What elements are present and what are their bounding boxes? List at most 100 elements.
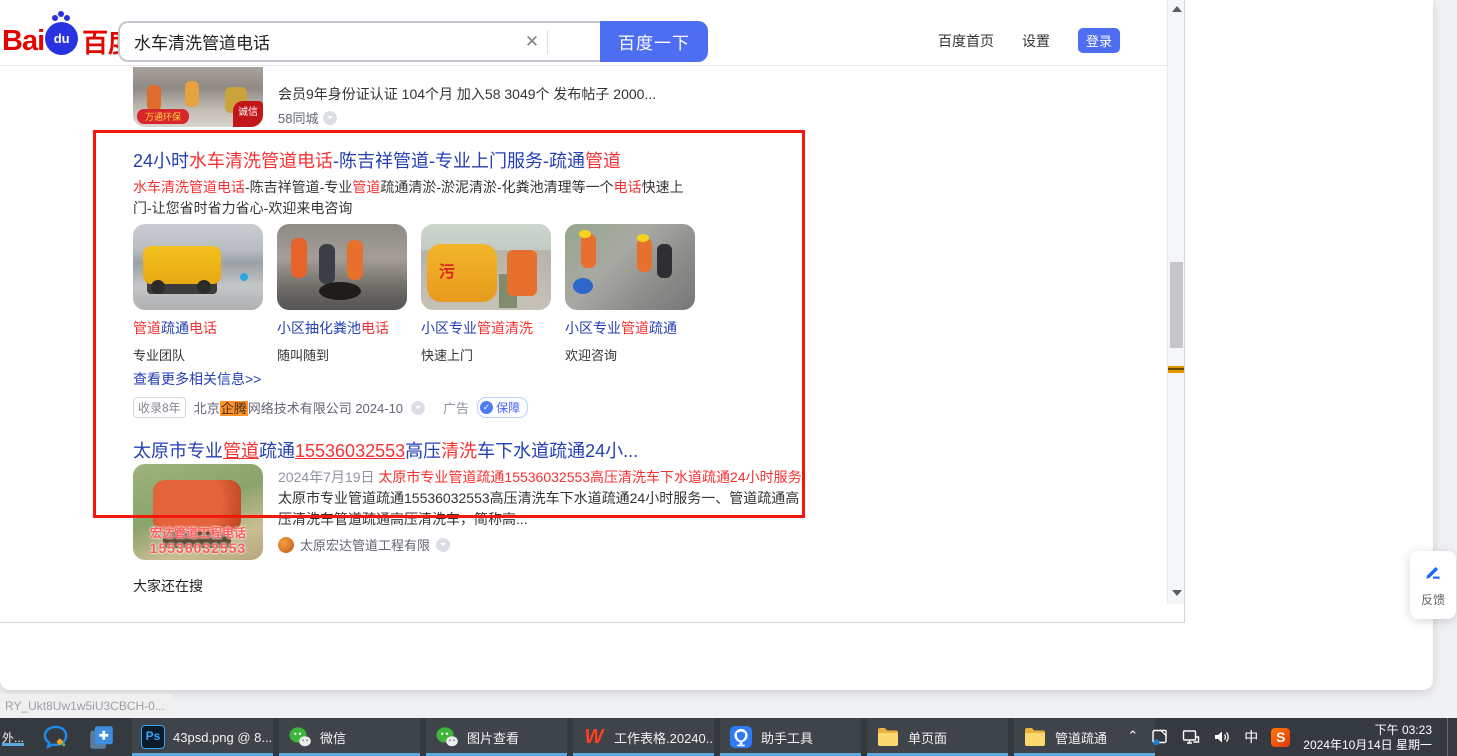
pencil-icon bbox=[1426, 567, 1440, 579]
image-subtext: 专业团队 bbox=[133, 348, 186, 363]
scroll-down-arrow-icon[interactable] bbox=[1172, 590, 1182, 596]
baidu-logo[interactable]: Bai du 百度 bbox=[2, 14, 134, 60]
result-title-link[interactable]: 太原市专业管道疏通15536032553高压清洗车下水道疏通24小... bbox=[133, 437, 638, 463]
result-thumbnail-truck[interactable]: 宏达管道工程电话 15536032553 bbox=[133, 464, 263, 560]
chevron-down-icon[interactable] bbox=[411, 400, 426, 415]
taskbar-button-label: 管道疏通 bbox=[1055, 730, 1108, 746]
text-segment: 2024年7月19日 bbox=[278, 469, 379, 485]
settings-link[interactable]: 设置 bbox=[1022, 31, 1050, 51]
ime-indicator[interactable]: 中 bbox=[1244, 727, 1258, 747]
header-links: 百度首页 设置 登录 bbox=[938, 28, 1120, 53]
result-image-card[interactable]: 小区专业管道清洗 快速上门 bbox=[421, 224, 551, 364]
assurance-badge[interactable]: ✓ 保障 bbox=[477, 397, 529, 418]
result-image-card[interactable]: 管道疏通电话 专业团队 bbox=[133, 224, 263, 364]
text-segment: 24小时 bbox=[133, 151, 190, 171]
result-image-workers[interactable] bbox=[277, 224, 407, 310]
taskbar-button[interactable]: Ps 43psd.png @ 8... bbox=[132, 718, 273, 756]
highlighted-brand: 企腾 bbox=[219, 401, 248, 416]
result-source-row: 太原宏达管道工程有限 bbox=[278, 535, 451, 554]
download-file-tab[interactable]: RY_Ukt8Uw1w5iU3CBCH-0... bbox=[0, 694, 174, 718]
add-app-icon[interactable] bbox=[88, 724, 115, 751]
text-segment: 太原市专业管道疏通15536032553高压清洗车下水道疏通24小时服务 bbox=[378, 469, 802, 485]
clock[interactable]: 下午 03:23 2024年10月14日 星期一 bbox=[1303, 722, 1432, 753]
result-description: 水车清洗管道电话-陈吉祥管道-专业管道疏通清淤-淤泥清淤-化粪池清理等一个电话快… bbox=[133, 177, 699, 219]
scroll-up-arrow-icon[interactable] bbox=[1172, 6, 1182, 12]
image-subtext: 欢迎咨询 bbox=[565, 348, 618, 363]
text-segment: 管道 bbox=[621, 320, 649, 336]
tablet-app-icon[interactable] bbox=[1151, 728, 1169, 746]
tray-date: 2024年10月14日 星期一 bbox=[1303, 737, 1432, 752]
result-description: 2024年7月19日 太原市专业管道疏通15536032553高压清洗车下水道疏… bbox=[278, 467, 810, 530]
result-source-name[interactable]: 58同城 bbox=[278, 108, 318, 127]
windows-taskbar: 外... Ps 43psd.png @ 8... 微信 图片查看 W 工作表格.20240… bbox=[0, 718, 1457, 756]
scrollbar-thumb[interactable] bbox=[1170, 262, 1183, 348]
text-segment: 15536032553 bbox=[295, 441, 406, 461]
search-button[interactable]: 百度一下 bbox=[600, 21, 708, 62]
browser-viewport: Bai du 百度 水车清洗管道电话 ✕ 百度一下 百度首页 设置 登录 万通环… bbox=[0, 0, 1185, 623]
chevron-down-icon[interactable] bbox=[323, 110, 338, 125]
text-segment: 疏通 bbox=[161, 320, 189, 336]
advertiser-name[interactable]: 北京企腾网络技术有限公司 2024-10 bbox=[194, 398, 403, 417]
network-display-icon[interactable] bbox=[1182, 728, 1200, 746]
taskbar-button[interactable]: 微信 bbox=[279, 718, 420, 756]
taskbar-button-label: 微信 bbox=[320, 730, 347, 746]
thumb-banner-label: 万通环保 bbox=[137, 109, 190, 124]
clear-search-icon[interactable]: ✕ bbox=[517, 32, 547, 52]
result-thumbnail-58[interactable]: 万通环保 诚信 bbox=[133, 67, 263, 127]
tray-overflow-chevron-icon[interactable]: ⌃ bbox=[1127, 728, 1138, 744]
baidu-paw-icon: du bbox=[45, 14, 79, 55]
image-caption-link[interactable]: 小区抽化粪池电话 bbox=[277, 318, 407, 338]
result-image-tanker[interactable] bbox=[421, 224, 551, 310]
vertical-scrollbar[interactable] bbox=[1167, 0, 1184, 604]
result-source-name[interactable]: 太原宏达管道工程有限 bbox=[300, 535, 430, 554]
taskbar-window-buttons: Ps 43psd.png @ 8... 微信 图片查看 W 工作表格.20240... 助手… bbox=[132, 718, 1155, 756]
more-info-link[interactable]: 查看更多相关信息>> bbox=[133, 369, 261, 389]
search-bar: 水车清洗管道电话 ✕ 百度一下 bbox=[118, 21, 708, 62]
wechat-icon bbox=[288, 725, 312, 749]
assistant-icon bbox=[729, 725, 753, 749]
chevron-down-icon[interactable] bbox=[436, 537, 451, 552]
indexed-age-badge: 收录8年 bbox=[133, 397, 186, 418]
image-caption-link[interactable]: 小区专业管道清洗 bbox=[421, 318, 551, 338]
taskbar-button[interactable]: 助手工具 bbox=[720, 718, 861, 756]
result-image-card[interactable]: 小区专业管道疏通 欢迎咨询 bbox=[565, 224, 695, 364]
active-window-underline bbox=[2, 743, 24, 746]
image-caption-link[interactable]: 小区专业管道疏通 bbox=[565, 318, 695, 338]
text-segment: 小区专业 bbox=[421, 320, 477, 336]
result-image-truck[interactable] bbox=[133, 224, 263, 310]
photo-figure bbox=[147, 85, 161, 111]
sogou-input-icon[interactable]: S bbox=[1271, 727, 1291, 747]
text-segment: 管道 bbox=[352, 179, 381, 195]
photo-figure bbox=[185, 81, 199, 107]
search-input[interactable]: 水车清洗管道电话 ✕ bbox=[118, 21, 600, 62]
text-segment: 清洗 bbox=[441, 441, 478, 461]
show-desktop-button[interactable] bbox=[1447, 718, 1451, 756]
tray-time: 下午 03:23 bbox=[1374, 722, 1432, 737]
baidu-search-header: Bai du 百度 水车清洗管道电话 ✕ 百度一下 百度首页 设置 登录 bbox=[0, 0, 1167, 66]
taskbar-button[interactable]: 图片查看 bbox=[426, 718, 567, 756]
text-segment: 小区抽化粪池 bbox=[277, 320, 361, 336]
taskbar-overflow-item[interactable]: 外... bbox=[2, 729, 24, 746]
result-image-card[interactable]: 小区抽化粪池电话 随叫随到 bbox=[277, 224, 407, 364]
volume-icon[interactable] bbox=[1213, 728, 1231, 746]
text-segment: 水车清洗管道电话 bbox=[133, 179, 245, 195]
thumb-ribbon-label: 诚信 bbox=[233, 101, 263, 127]
qq-icon[interactable] bbox=[42, 724, 69, 751]
taskbar-button[interactable]: 单页面 bbox=[867, 718, 1008, 756]
scrollbar-orange-marker bbox=[1168, 366, 1184, 373]
image-caption-link[interactable]: 管道疏通电话 bbox=[133, 318, 263, 338]
login-button[interactable]: 登录 bbox=[1078, 28, 1120, 53]
text-segment: -陈吉祥管道-专业上门服务-疏通 bbox=[333, 151, 586, 171]
search-separator bbox=[547, 29, 548, 54]
result-source-row: 58同城 bbox=[278, 108, 338, 127]
result-title-link[interactable]: 24小时水车清洗管道电话-陈吉祥管道-专业上门服务-疏通管道 bbox=[133, 147, 621, 173]
taskbar-button-label: 43psd.png @ 8... bbox=[173, 729, 273, 745]
taskbar-button[interactable]: W 工作表格.20240... bbox=[573, 718, 714, 756]
wps-icon: W bbox=[584, 726, 604, 748]
baidu-home-link[interactable]: 百度首页 bbox=[938, 31, 994, 51]
text-segment: 电话 bbox=[361, 320, 389, 336]
image-subtext: 随叫随到 bbox=[277, 348, 330, 363]
feedback-button[interactable]: 反馈 bbox=[1410, 551, 1456, 619]
taskbar-button-label: 图片查看 bbox=[467, 730, 520, 746]
result-image-crew[interactable] bbox=[565, 224, 695, 310]
